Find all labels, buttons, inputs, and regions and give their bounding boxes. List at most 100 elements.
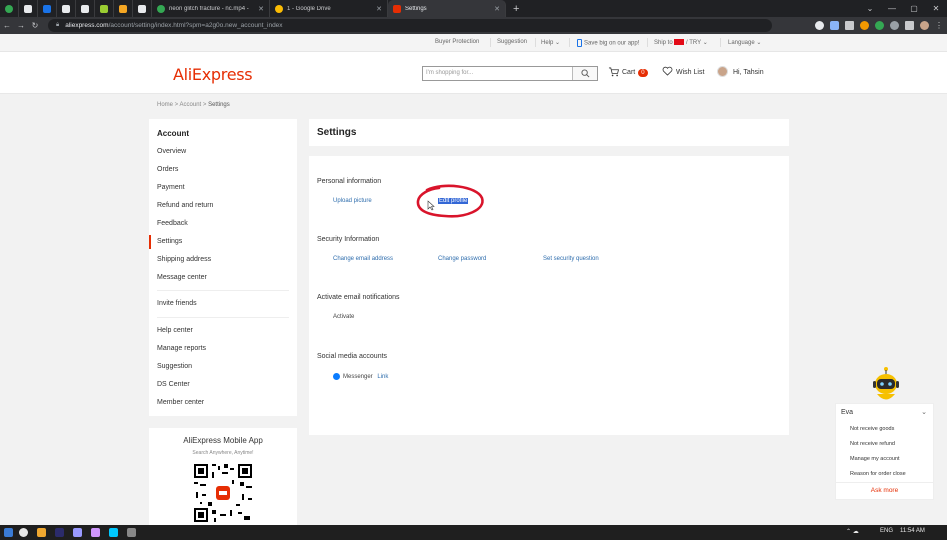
buyer-protection-link[interactable]: Buyer Protection <box>435 39 479 45</box>
account-greeting[interactable]: Hi, Tahsin <box>733 69 764 76</box>
sidebar-item-manage-reports[interactable]: Manage reports <box>157 345 206 352</box>
close-icon[interactable]: ✕ <box>494 5 500 13</box>
search-input[interactable]: I'm shopping for... <box>422 66 598 81</box>
mouse-cursor-icon <box>427 200 435 211</box>
browser-tab[interactable]: neon glitch fracture - nc.mp4 - ✕ <box>152 0 270 17</box>
document-icon <box>24 4 32 13</box>
sidebar-item-refund[interactable]: Refund and return <box>157 202 213 209</box>
puzzle-icon[interactable] <box>905 21 914 30</box>
chat-quick-question[interactable]: Reason for order close <box>850 471 906 477</box>
pinned-tab[interactable] <box>38 0 57 17</box>
app-link[interactable]: Save big on our app! <box>577 39 639 47</box>
extension-icon[interactable] <box>860 21 869 30</box>
photoshop-icon[interactable] <box>55 528 64 537</box>
suggestion-link[interactable]: Suggestion <box>497 39 527 45</box>
app-icon[interactable] <box>109 528 118 537</box>
sidebar-item-overview[interactable]: Overview <box>157 148 186 155</box>
chevron-down-icon[interactable]: ⌄ <box>859 0 881 17</box>
profile-avatar[interactable] <box>920 21 929 30</box>
pinned-tab[interactable] <box>95 0 114 17</box>
google-icon[interactable] <box>815 21 824 30</box>
sidebar-item-suggestion[interactable]: Suggestion <box>157 363 192 370</box>
sidebar-item-member-center[interactable]: Member center <box>157 399 204 406</box>
heart-icon[interactable] <box>662 66 673 78</box>
settings-panel: Personal information Upload picture Edit… <box>309 156 789 435</box>
breadcrumb-home[interactable]: Home <box>157 102 173 108</box>
aliexpress-logo[interactable]: AliExpress <box>173 65 253 84</box>
ship-to-label: Ship to <box>654 40 673 46</box>
pinned-tab[interactable] <box>76 0 95 17</box>
chrome-icon[interactable] <box>19 528 28 537</box>
close-icon[interactable]: ✕ <box>376 5 382 13</box>
sidebar-item-payment[interactable]: Payment <box>157 184 185 191</box>
messenger-link-button[interactable]: Link <box>377 374 388 380</box>
personal-info-heading: Personal information <box>317 178 382 185</box>
sidebar-item-orders[interactable]: Orders <box>157 166 178 173</box>
chevron-down-icon[interactable]: ⌄ <box>921 408 927 416</box>
pinned-tab[interactable] <box>0 0 19 17</box>
search-button[interactable] <box>572 67 597 80</box>
whatsapp-icon <box>5 4 13 13</box>
minimize-icon[interactable]: — <box>881 0 903 17</box>
extension-icon[interactable] <box>890 21 899 30</box>
after-effects-icon[interactable] <box>91 528 100 537</box>
wishlist-link[interactable]: Wish List <box>676 69 704 76</box>
activate-notifications-link[interactable]: Activate <box>333 314 354 320</box>
pinned-tab[interactable] <box>57 0 76 17</box>
app-promo-subtitle: Search Anywhere, Anytime! <box>192 450 254 456</box>
mobile-app-promo: AliExpress Mobile App Search Anywhere, A… <box>149 428 297 526</box>
sidebar-item-help-center[interactable]: Help center <box>157 327 193 334</box>
app-icon[interactable] <box>127 528 136 537</box>
premiere-icon[interactable] <box>73 528 82 537</box>
chat-quick-question[interactable]: Not receive refund <box>850 441 895 447</box>
breadcrumb-account[interactable]: Account <box>180 102 202 108</box>
clock[interactable]: 11:54 AM <box>900 528 925 534</box>
pinned-tab[interactable] <box>114 0 133 17</box>
avatar[interactable] <box>717 66 728 77</box>
cart-link[interactable]: Cart 0 <box>622 69 648 77</box>
browser-tab-active[interactable]: Settings ✕ <box>388 0 506 17</box>
assistant-robot-icon[interactable] <box>866 365 906 405</box>
ship-to-menu[interactable]: Ship to / TRY ⌄ <box>654 39 708 46</box>
close-icon[interactable]: ✕ <box>925 0 947 17</box>
security-question-link[interactable]: Set security question <box>543 256 599 262</box>
pinned-tab[interactable] <box>19 0 38 17</box>
reload-icon[interactable]: ↻ <box>28 21 42 30</box>
cart-icon[interactable] <box>608 67 620 79</box>
browser-tab[interactable]: 1 - Google Drive ✕ <box>270 0 388 17</box>
site-icon <box>81 4 89 13</box>
windows-start-icon[interactable] <box>4 528 13 537</box>
menu-icon[interactable]: ⋮ <box>935 21 943 30</box>
sidebar-item-ds-center[interactable]: DS Center <box>157 381 190 388</box>
pinned-tabs <box>0 0 152 17</box>
change-email-link[interactable]: Change email address <box>333 256 393 262</box>
divider <box>157 290 289 291</box>
maximize-icon[interactable]: ▢ <box>903 0 925 17</box>
change-password-link[interactable]: Change password <box>438 256 486 262</box>
account-sidebar: Account Overview Orders Payment Refund a… <box>149 119 297 416</box>
upload-picture-link[interactable]: Upload picture <box>333 198 372 204</box>
star-icon[interactable] <box>845 21 854 30</box>
back-icon[interactable]: ← <box>0 21 14 30</box>
help-menu[interactable]: Help ⌄ <box>541 39 560 46</box>
sidebar-item-message-center[interactable]: Message center <box>157 274 207 281</box>
breadcrumb: Home > Account > Settings <box>157 102 230 108</box>
language-menu[interactable]: Language ⌄ <box>728 39 761 46</box>
sidebar-item-invite-friends[interactable]: Invite friends <box>157 300 197 307</box>
chat-quick-question[interactable]: Manage my account <box>850 456 900 462</box>
sidebar-item-shipping-address[interactable]: Shipping address <box>157 256 211 263</box>
sidebar-item-settings[interactable]: Settings <box>157 238 182 245</box>
ask-more-button[interactable]: Ask more <box>836 487 933 494</box>
language-indicator[interactable]: ENG <box>880 528 893 534</box>
close-icon[interactable]: ✕ <box>258 5 264 13</box>
share-icon[interactable] <box>830 21 839 30</box>
new-tab-button[interactable]: + <box>506 0 526 17</box>
pinned-tab[interactable] <box>133 0 152 17</box>
url-field[interactable]: 🔒︎ aliexpress.com/account/setting/index.… <box>48 19 772 32</box>
file-explorer-icon[interactable] <box>37 528 46 537</box>
sidebar-item-feedback[interactable]: Feedback <box>157 220 188 227</box>
forward-icon[interactable]: → <box>14 21 28 30</box>
messenger-label: Messenger <box>343 374 373 381</box>
chat-quick-question[interactable]: Not receive goods <box>850 426 894 432</box>
extension-icon[interactable] <box>875 21 884 30</box>
